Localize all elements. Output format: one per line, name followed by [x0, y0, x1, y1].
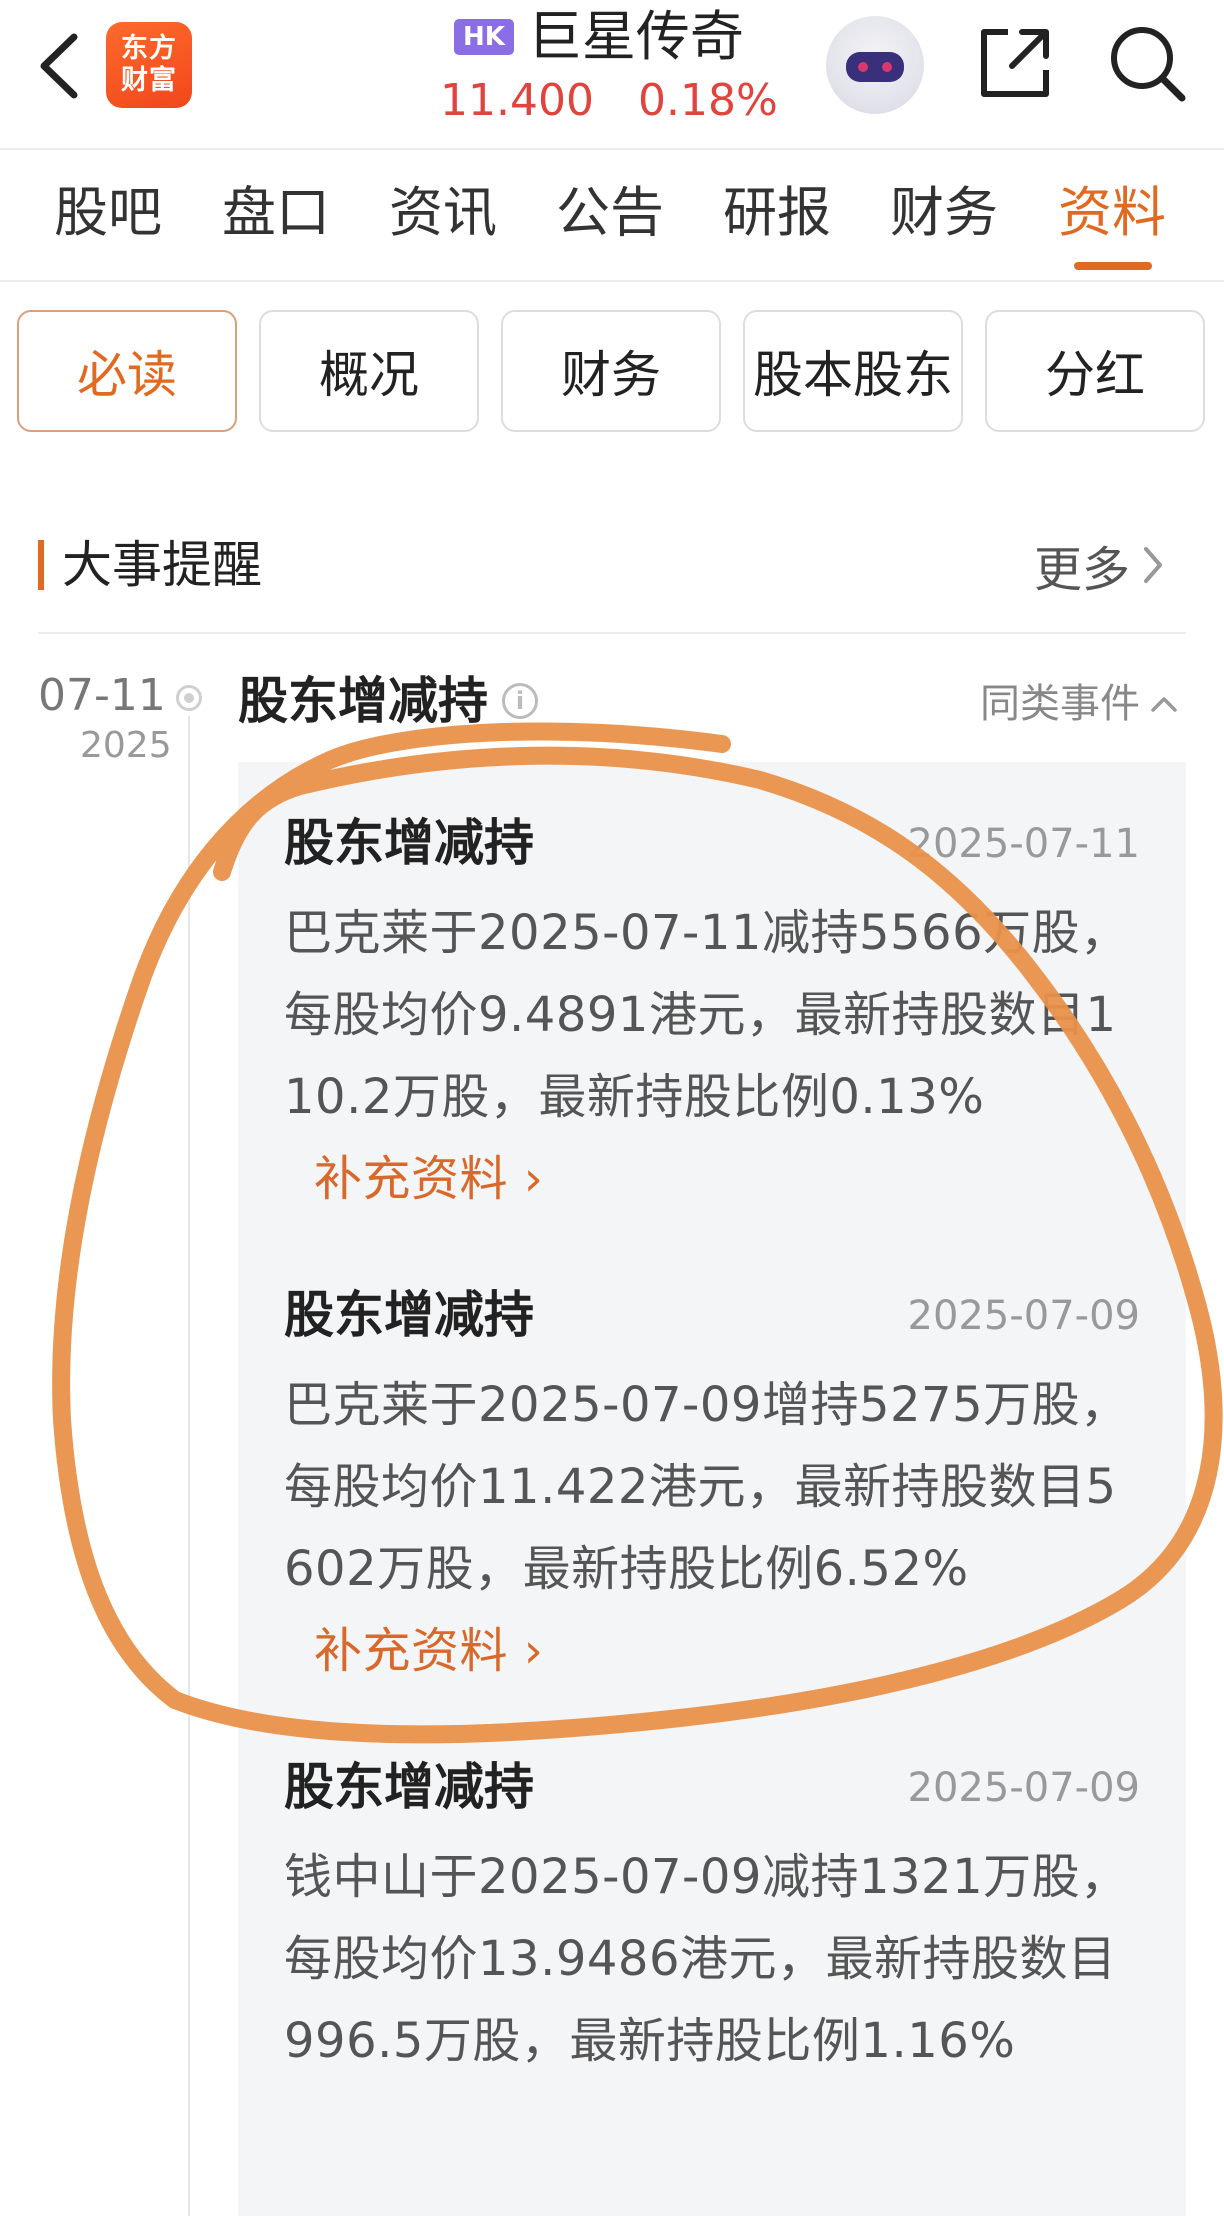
section-accent-bar — [38, 540, 44, 590]
search-button[interactable] — [1104, 20, 1190, 106]
chevron-up-icon — [1151, 697, 1177, 712]
event-body: 巴克莱于2025-07-11减持5566万股，每股均价9.4891港元，最新持股… — [284, 892, 1140, 1220]
tab-announcements[interactable]: 公告 — [556, 178, 664, 248]
more-link-label: 更多 — [1034, 542, 1131, 598]
event-date: 2025-07-09 — [907, 1765, 1140, 1811]
event-body: 巴克莱于2025-07-09增持5275万股，每股均价11.422港元，最新持股… — [284, 1364, 1140, 1692]
supplementary-info-label: 补充资料 — [314, 1623, 509, 1679]
app-logo[interactable]: 东方 财富 — [106, 22, 192, 108]
back-arrow-icon — [40, 33, 78, 99]
robot-eye-right — [882, 62, 892, 72]
tab-finance[interactable]: 财务 — [890, 178, 998, 248]
supplementary-info-link[interactable]: 补充资料 › — [314, 1151, 543, 1207]
price-row: 11.400 0.18% — [440, 74, 778, 126]
same-type-events-toggle[interactable]: 同类事件 — [980, 676, 1178, 732]
event-body: 钱中山于2025-07-09减持1321万股，每股均价13.9486港元，最新持… — [284, 1836, 1140, 2082]
subtab-must-read[interactable]: 必读 — [17, 310, 237, 432]
share-button[interactable] — [972, 20, 1058, 106]
top-bar: 东方 财富 HK 巨星传奇 11.400 0.18% — [0, 0, 1224, 148]
timeline-year: 2025 — [80, 725, 172, 766]
robot-face — [846, 52, 904, 82]
tab-research[interactable]: 研报 — [723, 178, 831, 248]
event-date: 2025-07-11 — [907, 821, 1140, 867]
timeline-line — [188, 716, 190, 2216]
section-divider — [38, 632, 1186, 634]
price-change-percent: 0.18% — [637, 74, 778, 126]
subtab-overview[interactable]: 概况 — [259, 310, 479, 432]
tab-guba[interactable]: 股吧 — [54, 178, 162, 248]
robot-avatar-icon[interactable] — [826, 16, 924, 114]
info-icon[interactable]: i — [502, 683, 538, 719]
event-item[interactable]: 股东增减持 2025-07-09 巴克莱于2025-07-09增持5275万股，… — [284, 1280, 1140, 1692]
section-title: 大事提醒 — [62, 536, 262, 594]
more-link[interactable]: 更多 — [1034, 532, 1164, 598]
search-icon — [1111, 27, 1186, 102]
event-item[interactable]: 股东增减持 2025-07-11 巴克莱于2025-07-11减持5566万股，… — [284, 808, 1140, 1220]
chevron-right-icon — [1144, 547, 1163, 583]
logo-text-line2: 财富 — [121, 65, 177, 96]
logo-text-line1: 东方 — [121, 33, 177, 64]
back-button[interactable] — [28, 24, 88, 108]
main-tab-bar: 股吧 盘口 资讯 公告 研报 财务 资料 — [0, 150, 1224, 280]
supplementary-info-label: 补充资料 — [314, 1151, 509, 1207]
subtab-shareholders[interactable]: 股本股东 — [743, 310, 963, 432]
timeline-date: 07-11 — [38, 670, 166, 721]
share-icon — [981, 29, 1049, 97]
event-body-text: 钱中山于2025-07-09减持1321万股，每股均价13.9486港元，最新持… — [284, 1849, 1129, 2069]
tab-profile[interactable]: 资料 — [1058, 178, 1166, 248]
supplementary-info-link[interactable]: 补充资料 › — [314, 1623, 543, 1679]
event-type-label: 股东增减持 — [238, 672, 488, 730]
active-tab-indicator — [1074, 262, 1152, 270]
subtab-dividends[interactable]: 分红 — [985, 310, 1205, 432]
subtab-finance[interactable]: 财务 — [501, 310, 721, 432]
same-type-label: 同类事件 — [980, 681, 1140, 727]
event-body-text: 巴克莱于2025-07-11减持5566万股，每股均价9.4891港元，最新持股… — [284, 905, 1129, 1125]
stock-name: 巨星传奇 — [527, 5, 744, 68]
event-body-text: 巴克莱于2025-07-09增持5275万股，每股均价11.422港元，最新持股… — [284, 1377, 1129, 1597]
event-item[interactable]: 股东增减持 2025-07-09 钱中山于2025-07-09减持1321万股，… — [284, 1752, 1140, 2082]
tab-pankou[interactable]: 盘口 — [222, 178, 330, 248]
stock-price: 11.400 — [440, 74, 594, 126]
robot-eye-left — [858, 62, 868, 72]
market-badge: HK — [454, 19, 514, 55]
event-date: 2025-07-09 — [907, 1293, 1140, 1339]
timeline-dot — [176, 685, 202, 711]
tab-news[interactable]: 资讯 — [389, 178, 497, 248]
tabs-divider — [0, 280, 1224, 282]
stock-title: HK 巨星传奇 — [454, 6, 744, 68]
timeline-event-type: 股东增减持 i — [238, 668, 538, 734]
